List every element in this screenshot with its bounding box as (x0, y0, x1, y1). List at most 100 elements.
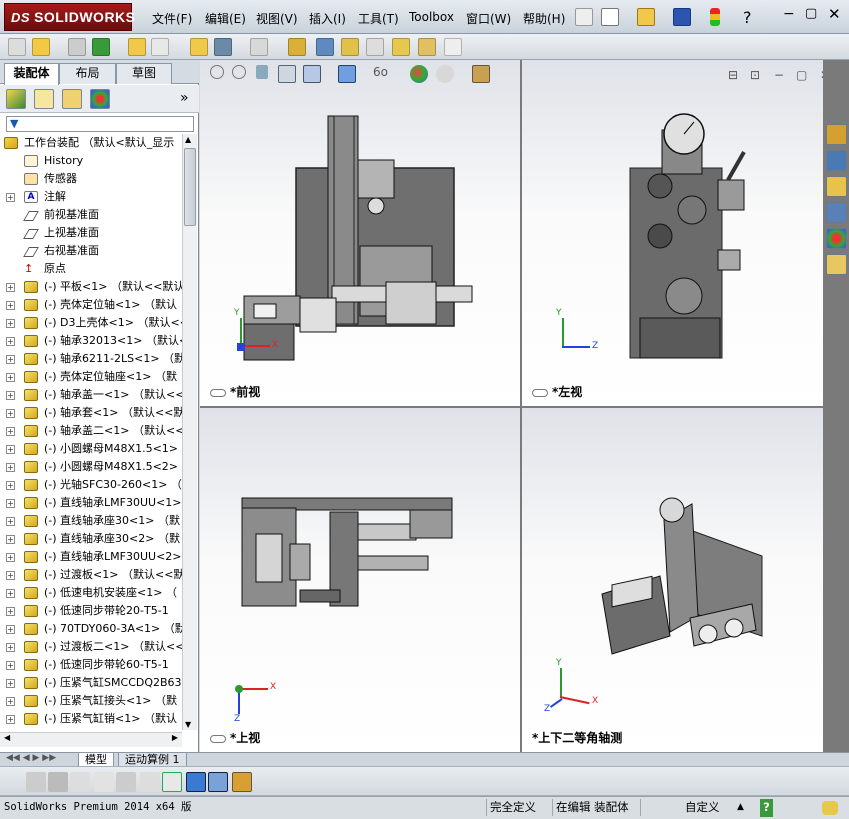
expand-panel-icon[interactable]: » (180, 90, 189, 106)
expand-toggle-icon[interactable]: + (6, 427, 15, 436)
show-hidden-icon[interactable] (190, 38, 208, 56)
expand-toggle-icon[interactable]: + (6, 193, 15, 202)
tree-part-item[interactable]: + (-) 低速电机安装座<1> （ (0, 584, 182, 602)
scroll-up-icon[interactable]: ▲ (185, 135, 191, 144)
tree-horizontal-scrollbar[interactable]: ◀ ▶ (0, 732, 182, 747)
tree-part-item[interactable]: + (-) 压紧气缸销<1> （默认 (0, 710, 182, 728)
tree-part-item[interactable]: + (-) 过渡板<1> （默认<<默 (0, 566, 182, 584)
smart-fasteners-icon[interactable] (128, 38, 146, 56)
align-icon[interactable] (140, 772, 160, 792)
tree-part-item[interactable]: + (-) 直线轴承LMF30UU<1> (0, 494, 182, 512)
exploded-view-icon[interactable] (341, 38, 359, 56)
tab-motion-study[interactable]: 运动算例 1 (118, 753, 187, 767)
tree-part-item[interactable]: + (-) 低速同步带轮60-T5-1 (0, 656, 182, 674)
menu-tools[interactable]: 工具(T) (358, 10, 399, 27)
expand-toggle-icon[interactable]: + (6, 607, 15, 616)
tree-part-item[interactable]: + (-) D3上壳体<1> （默认<< (0, 314, 182, 332)
tree-part-item[interactable]: + (-) 轴承32013<1> （默认< (0, 332, 182, 350)
tree-part-item[interactable]: + (-) 过渡板二<1> （默认<< (0, 638, 182, 656)
scroll-left-icon[interactable]: ◀ (4, 733, 10, 742)
tree-item[interactable]: 前视基准面 (0, 206, 182, 224)
property-manager-icon[interactable] (34, 89, 54, 109)
assembly-features-icon[interactable] (214, 38, 232, 56)
hidden-lines-removed-icon[interactable] (70, 772, 90, 792)
help-question-icon[interactable]: ? (743, 8, 752, 27)
section-lines-icon[interactable] (116, 772, 136, 792)
expand-toggle-icon[interactable]: + (6, 625, 15, 634)
help-icon[interactable]: ? (760, 799, 773, 817)
expand-toggle-icon[interactable]: + (6, 499, 15, 508)
save-icon[interactable] (673, 8, 691, 26)
expand-toggle-icon[interactable]: + (6, 337, 15, 346)
pin-icon[interactable] (575, 8, 593, 26)
single-view-icon[interactable] (186, 772, 206, 792)
move-component-icon[interactable] (151, 38, 169, 56)
expand-toggle-icon[interactable]: + (6, 571, 15, 580)
tree-part-item[interactable]: + (-) 轴承套<1> （默认<<默 (0, 404, 182, 422)
solidworks-resources-icon[interactable] (826, 124, 847, 145)
tree-item[interactable]: 传感器 (0, 170, 182, 188)
viewport-front[interactable]: 6o Y X *前视 (200, 60, 520, 406)
wireframe-icon[interactable] (94, 772, 114, 792)
expand-toggle-icon[interactable]: + (6, 643, 15, 652)
tree-part-item[interactable]: + (-) 小圆螺母M48X1.5<2> (0, 458, 182, 476)
minimize-icon[interactable]: − (783, 6, 795, 22)
explode-line-sketch-icon[interactable] (366, 38, 384, 56)
tree-part-item[interactable]: + (-) 压紧气缸SMCCDQ2B63- (0, 674, 182, 692)
tree-part-item[interactable]: + (-) 轴承盖一<1> （默认<< (0, 386, 182, 404)
scroll-down-icon[interactable]: ▼ (185, 720, 191, 729)
tree-item[interactable]: + A 注解 (0, 188, 182, 206)
tree-part-item[interactable]: + (-) 轴承盖二<1> （默认<< (0, 422, 182, 440)
expand-toggle-icon[interactable]: + (6, 661, 15, 670)
expand-toggle-icon[interactable]: + (6, 517, 15, 526)
tree-item[interactable]: 右视基准面 (0, 242, 182, 260)
viewport-isometric[interactable]: Y X Z *上下二等角轴测 (522, 408, 823, 752)
tab-assembly[interactable]: 装配体 (4, 63, 59, 85)
tree-part-item[interactable]: + (-) 压紧气缸接头<1> （默 (0, 692, 182, 710)
shaded-icon[interactable] (48, 772, 68, 792)
units-dropdown-icon[interactable]: ▲ (737, 799, 744, 817)
expand-toggle-icon[interactable]: + (6, 391, 15, 400)
expand-toggle-icon[interactable]: + (6, 553, 15, 562)
menu-file[interactable]: 文件(F) (152, 10, 192, 27)
menu-toolbox[interactable]: Toolbox (409, 10, 454, 24)
expand-toggle-icon[interactable]: + (6, 373, 15, 382)
tree-item[interactable]: ↥ 原点 (0, 260, 182, 278)
expand-toggle-icon[interactable]: + (6, 319, 15, 328)
tree-item[interactable]: History (0, 152, 182, 170)
tree-part-item[interactable]: + (-) 低速同步带轮20-T5-1 (0, 602, 182, 620)
expand-toggle-icon[interactable]: + (6, 409, 15, 418)
expand-toggle-icon[interactable]: + (6, 535, 15, 544)
menu-help[interactable]: 帮助(H) (523, 10, 565, 27)
notification-icon[interactable] (822, 801, 838, 815)
instant3d-icon[interactable] (444, 38, 462, 56)
tab-scroll-arrows[interactable]: ◀◀ ◀ ▶ ▶▶ (6, 753, 56, 763)
rebuild-traffic-light-icon[interactable] (710, 8, 720, 26)
new-motion-study-icon[interactable] (288, 38, 306, 56)
mate-icon[interactable] (68, 38, 86, 56)
link-views-toggle-icon[interactable] (232, 772, 252, 792)
view-palette-icon[interactable] (826, 202, 847, 223)
expand-toggle-icon[interactable]: + (6, 589, 15, 598)
chart-bars-icon[interactable] (162, 772, 182, 792)
expand-toggle-icon[interactable]: + (6, 445, 15, 454)
clearance-verification-icon[interactable] (418, 38, 436, 56)
tree-part-item[interactable]: + (-) 壳体定位轴<1> （默认 (0, 296, 182, 314)
expand-toggle-icon[interactable]: + (6, 463, 15, 472)
solidworks-logo[interactable]: DS SOLIDWORKS (4, 3, 135, 31)
close-icon[interactable]: ✕ (828, 5, 841, 23)
expand-toggle-icon[interactable]: + (6, 301, 15, 310)
interference-detection-icon[interactable] (392, 38, 410, 56)
reference-geometry-icon[interactable] (250, 38, 268, 56)
viewport-top[interactable]: X Z *上视 (200, 408, 520, 752)
tree-part-item[interactable]: + (-) 平板<1> （默认<<默认 (0, 278, 182, 296)
open-folder-icon[interactable] (637, 8, 655, 26)
configuration-manager-icon[interactable] (62, 89, 82, 109)
display-manager-icon[interactable] (90, 89, 110, 109)
tree-root-assembly[interactable]: 工作台装配 （默认<默认_显示 (0, 134, 182, 152)
expand-toggle-icon[interactable]: + (6, 715, 15, 724)
tab-sketch[interactable]: 草图 (116, 63, 172, 84)
tree-part-item[interactable]: + (-) 光轴SFC30-260<1> （默 (0, 476, 182, 494)
tree-part-item[interactable]: + (-) 直线轴承LMF30UU<2> (0, 548, 182, 566)
menu-insert[interactable]: 插入(I) (309, 10, 346, 27)
